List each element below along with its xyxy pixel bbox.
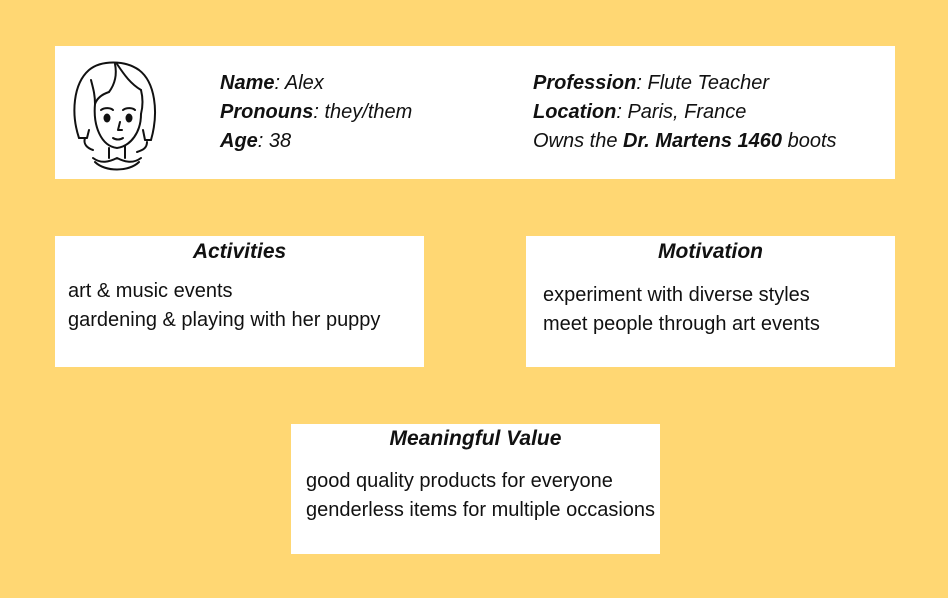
owns-row: Owns the Dr. Martens 1460 boots xyxy=(533,127,837,156)
pronouns-value: : they/them xyxy=(313,101,413,123)
name-row: Name: Alex xyxy=(220,69,412,98)
meaningful-value-title: Meaningful Value xyxy=(389,427,562,450)
meaningful-value-item: good quality products for everyone xyxy=(306,470,613,492)
motivation-item: meet people through art events xyxy=(543,313,820,335)
owns-suffix: boots xyxy=(782,130,837,152)
pronouns-label: Pronouns xyxy=(220,101,314,123)
meaningful-value-list: good quality products for everyone gende… xyxy=(306,467,656,525)
persona-profile-card: Name: Alex Pronouns: they/them Age: 38 P… xyxy=(55,46,895,179)
profession-label: Profession xyxy=(533,72,637,94)
profile-right-column: Profession: Flute Teacher Location: Pari… xyxy=(533,69,837,156)
activities-card: Activities art & music events gardening … xyxy=(55,236,424,367)
location-value: : Paris, France xyxy=(616,101,747,123)
meaningful-value-item: genderless items for multiple occasions xyxy=(306,499,656,521)
pronouns-row: Pronouns: they/them xyxy=(220,98,412,127)
profession-row: Profession: Flute Teacher xyxy=(533,69,837,98)
activities-list: art & music events gardening & playing w… xyxy=(68,277,380,335)
profile-left-column: Name: Alex Pronouns: they/them Age: 38 xyxy=(220,69,412,156)
age-row: Age: 38 xyxy=(220,127,412,156)
motivation-list: experiment with diverse styles meet peop… xyxy=(543,281,820,339)
name-value: : Alex xyxy=(274,72,324,94)
age-label: Age xyxy=(220,130,258,152)
location-row: Location: Paris, France xyxy=(533,98,837,127)
motivation-title: Motivation xyxy=(658,240,763,263)
location-label: Location xyxy=(533,101,617,123)
name-label: Name xyxy=(220,72,275,94)
owns-product: Dr. Martens 1460 xyxy=(623,130,783,152)
meaningful-value-card: Meaningful Value good quality products f… xyxy=(291,424,660,554)
motivation-card: Motivation experiment with diverse style… xyxy=(526,236,895,367)
owns-prefix: Owns the xyxy=(533,130,624,152)
profession-value: : Flute Teacher xyxy=(636,72,770,94)
activities-item: gardening & playing with her puppy xyxy=(68,309,381,331)
activities-title: Activities xyxy=(192,240,287,263)
avatar-sketch-icon xyxy=(73,61,156,171)
age-value: : 38 xyxy=(257,130,292,152)
motivation-item: experiment with diverse styles xyxy=(543,284,810,306)
activities-item: art & music events xyxy=(68,280,233,302)
